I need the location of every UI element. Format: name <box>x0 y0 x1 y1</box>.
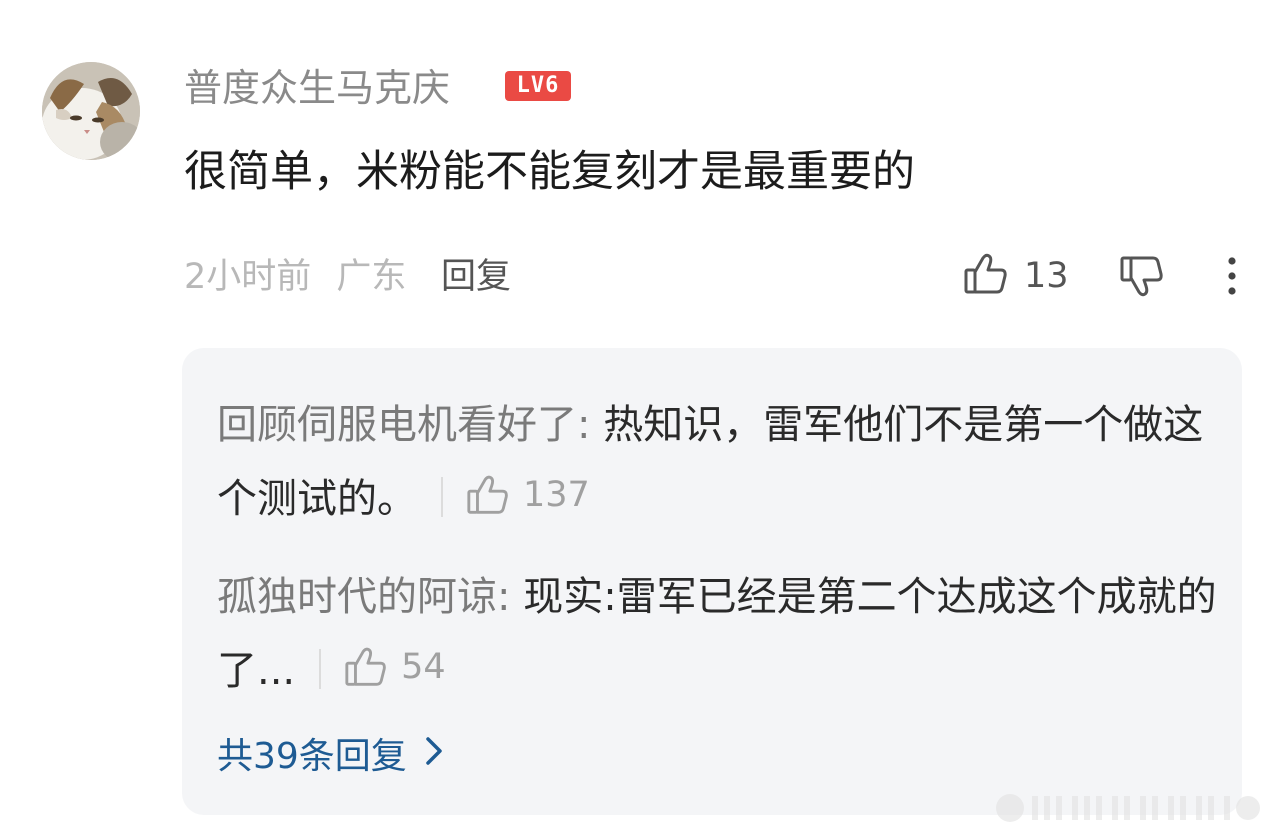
comment-location: 广东 <box>336 257 407 297</box>
reply-author[interactable]: 回顾伺服电机看好了 <box>217 402 577 448</box>
comment-meta: 2小时前 广东 <box>184 254 406 300</box>
reply-colon: : <box>497 574 524 620</box>
reply-like-count: 54 <box>401 647 446 687</box>
more-replies-label: 共39条回复 <box>217 736 407 777</box>
dislike-button[interactable] <box>1118 252 1166 304</box>
like-count: 13 <box>1024 256 1069 296</box>
divider <box>441 477 443 517</box>
replies-panel: 回顾伺服电机看好了: 热知识，雷军他们不是第一个做这个测试的。 137 孤独时代的… <box>182 348 1242 815</box>
reply-like-count: 137 <box>523 475 590 515</box>
reply-author[interactable]: 孤独时代的阿谅 <box>217 574 497 620</box>
username[interactable]: 普度众生马克庆 <box>184 64 450 112</box>
more-vertical-icon <box>1214 257 1250 304</box>
more-options-button[interactable] <box>1214 252 1250 300</box>
comment-time: 2小时前 <box>184 257 312 297</box>
thumbs-up-icon <box>345 647 386 686</box>
reply-item[interactable]: 孤独时代的阿谅: 现实:雷军已经是第二个达成这个成就的了... 54 <box>217 560 1217 710</box>
level-badge: LV6 <box>505 71 571 101</box>
reply-button[interactable]: 回复 <box>441 254 511 300</box>
avatar[interactable] <box>42 62 140 160</box>
comment-text: 很简单，米粉能不能复刻才是最重要的 <box>184 147 915 197</box>
divider <box>319 649 322 689</box>
reply-like-button[interactable]: 137 <box>465 458 590 532</box>
reply-colon: : <box>577 402 604 448</box>
reply-like-button[interactable]: 54 <box>343 630 446 704</box>
thumbs-up-icon <box>467 475 508 514</box>
reply-item[interactable]: 回顾伺服电机看好了: 热知识，雷军他们不是第一个做这个测试的。 137 <box>217 388 1217 538</box>
watermark-pattern <box>992 788 1264 828</box>
like-button[interactable]: 13 <box>962 252 1069 300</box>
thumbs-up-icon <box>962 250 1010 302</box>
chevron-right-icon <box>407 734 445 780</box>
view-all-replies-link[interactable]: 共39条回复 <box>217 734 445 780</box>
thumbs-down-icon <box>1118 256 1166 304</box>
